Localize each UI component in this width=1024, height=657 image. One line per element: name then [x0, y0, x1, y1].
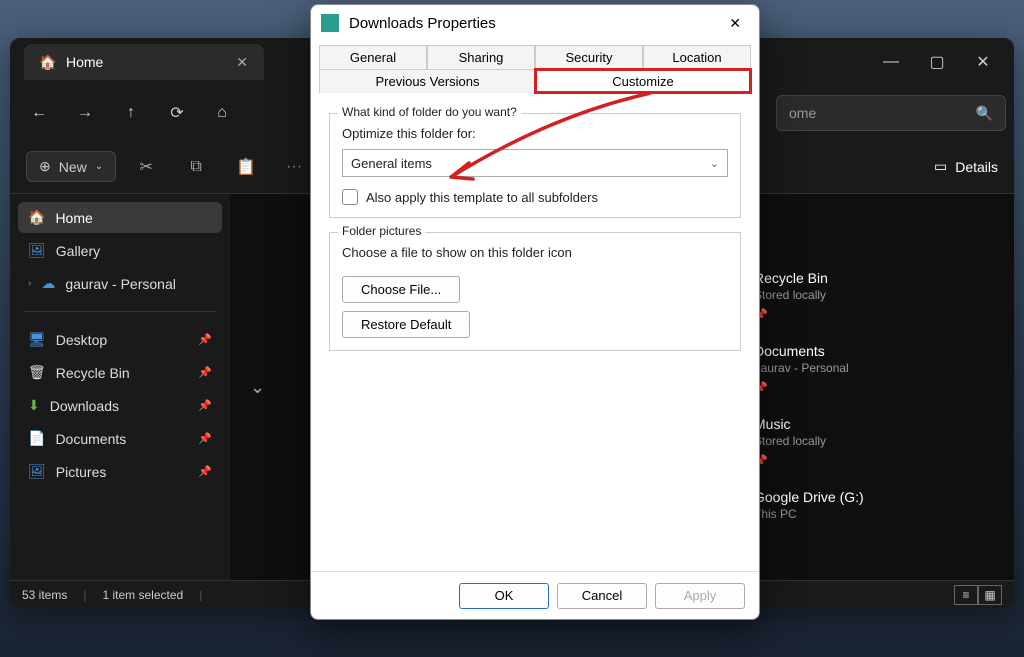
pin-icon: 📌: [754, 381, 994, 394]
refresh-button[interactable]: ⟳: [156, 94, 198, 132]
trash-icon: 🗑: [28, 364, 46, 381]
chevron-down-icon: ⌄: [95, 161, 103, 172]
close-window-button[interactable]: ✕: [960, 42, 1006, 82]
selection-count: 1 item selected: [102, 588, 183, 602]
list-item[interactable]: Recycle Bin Stored locally 📌: [754, 270, 994, 321]
list-view-button[interactable]: ≡: [954, 585, 978, 605]
optimize-select[interactable]: General items ⌄: [342, 149, 728, 177]
more-icon[interactable]: ···: [286, 158, 302, 176]
folder-pictures-desc: Choose a file to show on this folder ico…: [342, 245, 728, 260]
plus-icon: ⊕: [39, 158, 51, 175]
close-tab-icon[interactable]: ✕: [236, 54, 248, 71]
maximize-button[interactable]: ▢: [914, 42, 960, 82]
dialog-title: Downloads Properties: [349, 15, 496, 32]
desktop-icon: 🖥: [28, 331, 46, 348]
documents-icon: 📄: [28, 430, 45, 447]
sidebar-item-pictures[interactable]: 🖼 Pictures 📌: [18, 456, 222, 487]
search-icon: 🔍: [976, 105, 993, 122]
list-item[interactable]: Music Stored locally 📌: [754, 416, 994, 467]
sidebar: 🏠 Home 🖼 Gallery › ☁ gaurav - Personal 🖥…: [10, 194, 230, 580]
home-icon: 🏠: [40, 54, 56, 70]
optimize-label: Optimize this folder for:: [342, 126, 728, 141]
pin-icon: 📌: [198, 432, 212, 445]
home-icon: 🏠: [28, 209, 45, 226]
cut-icon[interactable]: ✂: [126, 149, 166, 185]
tab-location[interactable]: Location: [643, 45, 751, 69]
group-title: What kind of folder do you want?: [338, 105, 521, 119]
chevron-right-icon: ›: [28, 278, 31, 289]
restore-default-button[interactable]: Restore Default: [342, 311, 470, 338]
apply-subfolders-checkbox[interactable]: Also apply this template to all subfolde…: [342, 189, 728, 205]
cloud-icon: ☁: [41, 275, 55, 292]
cancel-button[interactable]: Cancel: [557, 583, 647, 609]
pin-icon: 📌: [198, 399, 212, 412]
sidebar-item-desktop[interactable]: 🖥 Desktop 📌: [18, 324, 222, 355]
download-icon: ⬇: [28, 397, 40, 414]
up-button[interactable]: ↑: [110, 94, 152, 132]
pin-icon: 📌: [754, 308, 994, 321]
folder-content: ⌄: [250, 214, 265, 560]
sidebar-item-home[interactable]: 🏠 Home: [18, 202, 222, 233]
grid-view-button[interactable]: ▦: [978, 585, 1002, 605]
dialog-footer: OK Cancel Apply: [311, 571, 759, 619]
pictures-icon: 🖼: [28, 463, 46, 480]
tab-previous-versions[interactable]: Previous Versions: [319, 69, 535, 93]
minimize-button[interactable]: —: [868, 42, 914, 82]
folder-icon: [321, 14, 339, 32]
search-input[interactable]: ome 🔍: [776, 95, 1006, 131]
properties-dialog: Downloads Properties ✕ General Sharing S…: [310, 4, 760, 620]
sidebar-item-gallery[interactable]: 🖼 Gallery: [18, 235, 222, 266]
chevron-down-icon: ⌄: [710, 157, 719, 170]
tab-general[interactable]: General: [319, 45, 427, 69]
tab-sharing[interactable]: Sharing: [427, 45, 535, 69]
view-toggles: ≡ ▦: [954, 585, 1002, 605]
checkbox-icon: [342, 189, 358, 205]
pin-icon: 📌: [198, 366, 212, 379]
select-value: General items: [351, 156, 432, 171]
sidebar-item-downloads[interactable]: ⬇ Downloads 📌: [18, 390, 222, 421]
group-folder-pictures: Folder pictures Choose a file to show on…: [329, 232, 741, 351]
list-item[interactable]: Documents gaurav - Personal 📌: [754, 343, 994, 394]
sidebar-item-documents[interactable]: 📄 Documents 📌: [18, 423, 222, 454]
new-button[interactable]: ⊕ New ⌄: [26, 151, 116, 182]
details-view-button[interactable]: ▭ Details: [934, 158, 998, 175]
tab-title: Home: [66, 54, 103, 70]
item-count: 53 items: [22, 588, 67, 602]
quick-access-list: Recycle Bin Stored locally 📌 Documents g…: [754, 214, 994, 560]
tab-security[interactable]: Security: [535, 45, 643, 69]
pin-icon: 📌: [754, 454, 994, 467]
close-icon[interactable]: ✕: [721, 11, 749, 36]
forward-button[interactable]: →: [64, 94, 106, 132]
tab-customize[interactable]: Customize: [535, 69, 751, 93]
dialog-titlebar: Downloads Properties ✕: [311, 5, 759, 41]
list-item[interactable]: Google Drive (G:) This PC: [754, 489, 994, 521]
group-folder-type: What kind of folder do you want? Optimiz…: [329, 113, 741, 218]
window-controls: — ▢ ✕: [868, 42, 1006, 82]
group-title: Folder pictures: [338, 224, 425, 238]
choose-file-button[interactable]: Choose File...: [342, 276, 460, 303]
sidebar-item-onedrive[interactable]: › ☁ gaurav - Personal: [18, 268, 222, 299]
search-placeholder: ome: [789, 105, 816, 121]
tab-strip: General Sharing Security Location Previo…: [319, 45, 751, 93]
back-button[interactable]: ←: [18, 94, 60, 132]
apply-button[interactable]: Apply: [655, 583, 745, 609]
paste-icon[interactable]: 📋: [226, 149, 266, 185]
ok-button[interactable]: OK: [459, 583, 549, 609]
address-home-icon[interactable]: ⌂: [202, 94, 242, 132]
copy-icon[interactable]: ⧉: [176, 149, 216, 185]
browser-tab-home[interactable]: 🏠 Home ✕: [24, 44, 264, 80]
dialog-body: What kind of folder do you want? Optimiz…: [311, 93, 759, 571]
details-icon: ▭: [934, 158, 947, 175]
pin-icon: 📌: [198, 333, 212, 346]
sidebar-item-recycle-bin[interactable]: 🗑 Recycle Bin 📌: [18, 357, 222, 388]
chevron-down-icon[interactable]: ⌄: [250, 377, 265, 398]
gallery-icon: 🖼: [28, 242, 46, 259]
pin-icon: 📌: [198, 465, 212, 478]
divider: [24, 311, 216, 312]
